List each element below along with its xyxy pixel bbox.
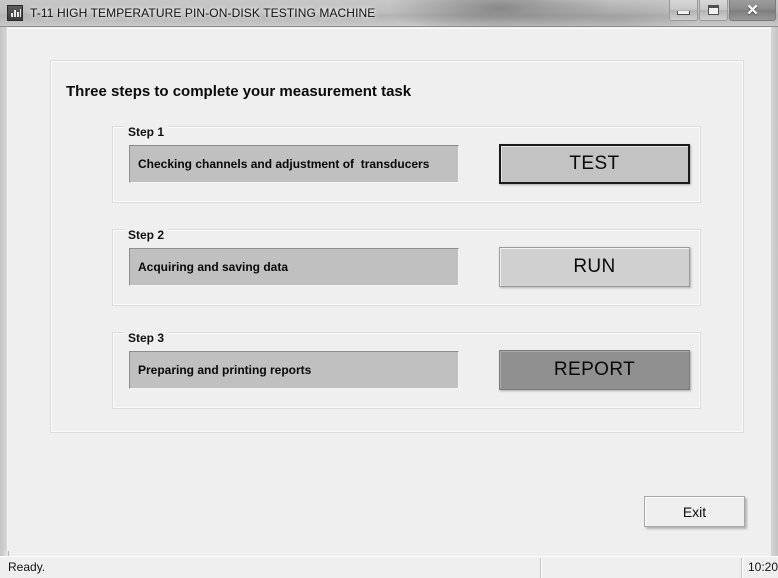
bar-chart-icon — [7, 5, 23, 21]
step-2-description: Acquiring and saving data — [129, 248, 459, 286]
status-separator-2 — [741, 558, 742, 578]
status-time: 10:20 — [748, 560, 778, 574]
close-icon: ✕ — [746, 1, 759, 19]
maximize-button[interactable] — [699, 0, 728, 21]
step-1-description: Checking channels and adjustment of tran… — [129, 145, 459, 183]
test-button[interactable]: TEST — [499, 144, 690, 184]
step-3-description: Preparing and printing reports — [129, 351, 459, 389]
step-3-label: Step 3 — [124, 331, 169, 345]
minimize-button[interactable] — [669, 0, 698, 21]
minimize-icon — [677, 10, 690, 15]
window-frame-right — [771, 27, 778, 578]
run-button[interactable]: RUN — [499, 247, 690, 287]
title-bar[interactable]: T-11 HIGH TEMPERATURE PIN-ON-DISK TESTIN… — [0, 0, 778, 27]
exit-button[interactable]: Exit — [644, 496, 745, 527]
title-bar-content: T-11 HIGH TEMPERATURE PIN-ON-DISK TESTIN… — [0, 0, 778, 26]
step-1-label: Step 1 — [124, 125, 169, 139]
status-bar: Ready. 10:20 — [0, 556, 778, 578]
window-controls: ✕ — [668, 0, 776, 22]
page-title: Three steps to complete your measurement… — [60, 83, 418, 100]
report-button[interactable]: REPORT — [499, 350, 690, 390]
status-message: Ready. — [8, 560, 46, 574]
close-button[interactable]: ✕ — [729, 0, 776, 21]
application-window: T-11 HIGH TEMPERATURE PIN-ON-DISK TESTIN… — [0, 0, 778, 578]
status-separator-1 — [540, 558, 541, 578]
window-frame-left — [0, 27, 7, 578]
step-2-label: Step 2 — [124, 228, 169, 242]
maximize-icon — [708, 5, 719, 15]
window-title: T-11 HIGH TEMPERATURE PIN-ON-DISK TESTIN… — [30, 6, 376, 20]
